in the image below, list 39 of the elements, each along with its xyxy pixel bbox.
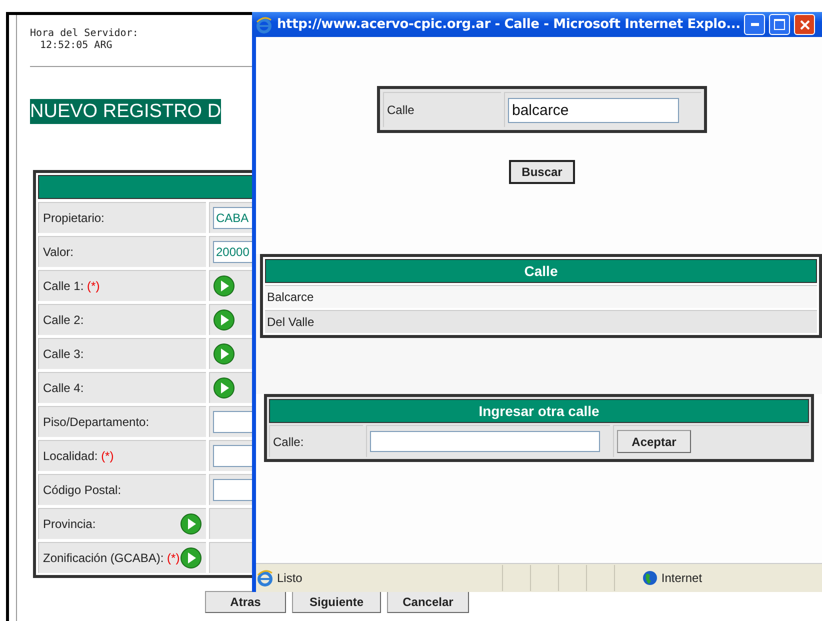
ie-logo-icon	[255, 16, 273, 34]
form-button[interactable]: Siguiente	[292, 591, 381, 613]
field-label: Calle 3:	[38, 338, 206, 369]
field-label: Localidad: (*)	[38, 440, 206, 471]
column-header: Calle	[265, 259, 817, 283]
form-button[interactable]: Atras	[205, 591, 286, 613]
result-row[interactable]: Balcarce	[265, 285, 817, 308]
field-label: Zonificación (GCABA): (*)	[38, 542, 206, 573]
field-label: Calle:	[269, 425, 363, 457]
accept-button[interactable]: Aceptar	[617, 430, 691, 453]
maximize-button[interactable]	[769, 14, 790, 35]
field-label: Calle	[383, 92, 501, 127]
field-label: Calle 4:	[38, 372, 206, 403]
field-label: Provincia:	[38, 508, 206, 539]
status-text: Listo	[277, 571, 302, 585]
field-label: Valor:	[38, 236, 206, 267]
result-row[interactable]: Del Valle	[265, 310, 817, 333]
search-button[interactable]: Buscar	[509, 160, 575, 184]
globe-icon	[642, 570, 658, 586]
minimize-button[interactable]	[744, 14, 766, 35]
section-header: Ingresar otra calle	[269, 399, 809, 423]
maximize-icon	[774, 19, 786, 30]
field-label: Propietario:	[38, 202, 206, 233]
form-button[interactable]: Cancelar	[387, 591, 469, 613]
close-button[interactable]	[794, 14, 816, 35]
minimize-icon	[750, 23, 759, 26]
server-time: 12:52:05 ARG	[39, 40, 114, 52]
ie-logo-icon	[256, 569, 274, 587]
field-label: Código Postal:	[38, 474, 206, 505]
window-title: http://www.acervo-cpic.org.ar - Calle - Microsoft Internet Explo...	[277, 17, 740, 32]
field-label: Piso/Departamento:	[38, 406, 206, 437]
close-icon	[800, 20, 810, 30]
field-label: Calle 1: (*)	[38, 270, 206, 301]
page-title: NUEVO REGISTRO D	[30, 99, 222, 124]
street-input[interactable]	[370, 431, 600, 452]
server-time-label: Hora del Servidor:	[30, 28, 140, 40]
field-label: Calle 2:	[38, 304, 206, 335]
zone-text: Internet	[661, 571, 702, 585]
search-field[interactable]: balcarce	[508, 98, 679, 122]
